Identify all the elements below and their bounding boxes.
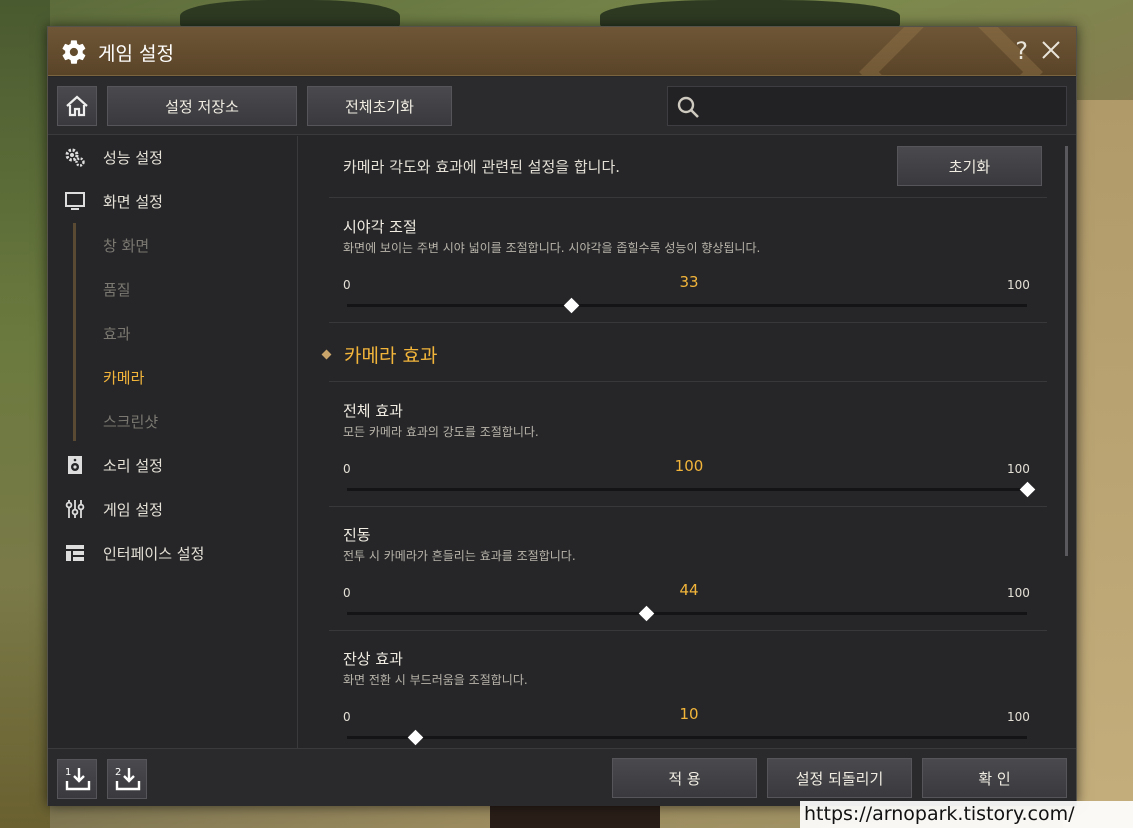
slot-number: 1: [65, 767, 71, 778]
sidebar-item-performance[interactable]: 성능 설정: [48, 139, 297, 175]
afterimage-description: 화면 전환 시 부드러움을 조절합니다.: [343, 673, 528, 687]
sidebar-item-label: 스크린샷: [103, 412, 159, 431]
sidebar-item-label: 효과: [103, 324, 131, 343]
home-button[interactable]: [57, 86, 97, 126]
content-scrollbar[interactable]: [1065, 146, 1068, 556]
sidebar-item-label: 품질: [103, 280, 131, 299]
afterimage-slider[interactable]: [347, 729, 1027, 746]
help-button[interactable]: ?: [1015, 37, 1028, 65]
search-box[interactable]: [667, 86, 1067, 126]
vibration-value: 44: [679, 581, 699, 599]
camera-effects-header: 카메라 효과: [321, 341, 438, 368]
sidebar: 성능 설정 화면 설정 창 화면 품질 효과 카메라 스크린샷 소리 설정 게임…: [48, 136, 298, 748]
sidebar-item-effects[interactable]: 효과: [48, 315, 297, 351]
settings-store-button[interactable]: 설정 저장소: [107, 86, 297, 126]
sidebar-item-display[interactable]: 화면 설정: [48, 183, 297, 219]
fov-value: 33: [679, 273, 699, 291]
close-icon[interactable]: [1040, 39, 1062, 61]
sidebar-item-label: 소리 설정: [103, 456, 163, 475]
afterimage-title: 잔상 효과: [343, 650, 403, 668]
search-icon: [677, 96, 699, 118]
sidebar-item-quality[interactable]: 품질: [48, 271, 297, 307]
sidebar-item-label: 카메라: [103, 368, 145, 387]
sidebar-item-sound[interactable]: 소리 설정: [48, 447, 297, 483]
confirm-button[interactable]: 확 인: [922, 758, 1067, 798]
home-icon: [66, 95, 88, 117]
all-effects-max: 100: [1007, 462, 1030, 476]
vibration-description: 전투 시 카메라가 흔들리는 효과를 조절합니다.: [343, 549, 576, 563]
layout-icon: [66, 545, 84, 561]
all-effects-description: 모든 카메라 효과의 강도를 조절합니다.: [343, 425, 539, 439]
divider: [329, 381, 1047, 382]
download-slot-icon: 2: [115, 767, 141, 791]
divider: [329, 197, 1047, 198]
sidebar-item-label: 화면 설정: [103, 192, 163, 211]
sidebar-item-label: 창 화면: [103, 236, 150, 255]
sidebar-item-camera[interactable]: 카메라: [48, 359, 297, 395]
gear-icon: [62, 40, 86, 64]
settings-window: 게임 설정 ? 설정 저장소 전체초기화 성능 설정 화면 설정 창 화면 품질…: [47, 26, 1077, 806]
save-slot-2-button[interactable]: 2: [107, 759, 147, 799]
sidebar-item-window-screen[interactable]: 창 화면: [48, 227, 297, 263]
fov-slider[interactable]: [347, 297, 1027, 314]
window-title: 게임 설정: [98, 43, 174, 65]
afterimage-min: 0: [343, 710, 351, 724]
sidebar-item-label: 인터페이스 설정: [103, 544, 205, 563]
toolbar: 설정 저장소 전체초기화: [48, 77, 1076, 135]
settings-content: 카메라 각도와 효과에 관련된 설정을 합니다. 초기화 시야각 조절 화면에 …: [299, 136, 1077, 748]
fov-description: 화면에 보이는 주변 시야 넓이를 조절합니다. 시야각을 좁힐수록 성능이 향…: [343, 241, 761, 255]
sidebar-item-interface[interactable]: 인터페이스 설정: [48, 535, 297, 571]
background-grass: [0, 0, 50, 828]
page-description: 카메라 각도와 효과에 관련된 설정을 합니다.: [343, 158, 621, 176]
fov-min: 0: [343, 278, 351, 292]
apply-button[interactable]: 적 용: [612, 758, 757, 798]
footer: 1 2 적 용 설정 되돌리기 확 인: [48, 748, 1076, 806]
all-effects-min: 0: [343, 462, 351, 476]
vibration-slider[interactable]: [347, 605, 1027, 622]
vibration-max: 100: [1007, 586, 1030, 600]
sliders-icon: [65, 500, 85, 518]
search-input[interactable]: [708, 87, 1058, 125]
afterimage-slider-thumb[interactable]: [407, 729, 424, 746]
monitor-icon: [65, 192, 85, 210]
sidebar-item-game[interactable]: 게임 설정: [48, 491, 297, 527]
fov-slider-thumb[interactable]: [564, 297, 580, 314]
diamond-bullet-icon: [321, 349, 332, 360]
divider: [329, 630, 1047, 631]
camera-effects-title: 카메라 효과: [344, 345, 438, 367]
vibration-min: 0: [343, 586, 351, 600]
revert-settings-button[interactable]: 설정 되돌리기: [767, 758, 912, 798]
all-effects-value: 100: [674, 457, 704, 475]
sidebar-item-screenshot[interactable]: 스크린샷: [48, 403, 297, 439]
initialize-button[interactable]: 초기화: [897, 146, 1042, 186]
gears-icon: [65, 148, 85, 167]
fov-title: 시야각 조절: [343, 218, 417, 236]
download-slot-icon: 1: [65, 767, 91, 791]
title-bar[interactable]: 게임 설정 ?: [48, 27, 1076, 76]
all-effects-slider-thumb[interactable]: [1019, 481, 1036, 498]
reset-all-button[interactable]: 전체초기화: [307, 86, 452, 126]
speaker-icon: [68, 456, 82, 474]
afterimage-max: 100: [1007, 710, 1030, 724]
divider: [329, 506, 1047, 507]
vibration-slider-thumb[interactable]: [638, 605, 655, 622]
fov-max: 100: [1007, 278, 1030, 292]
watermark: https://arnopark.tistory.com/: [800, 801, 1133, 828]
vibration-title: 진동: [343, 526, 371, 544]
divider: [329, 322, 1047, 323]
afterimage-value: 10: [679, 705, 699, 723]
sidebar-item-label: 게임 설정: [103, 500, 163, 519]
slot-number: 2: [115, 767, 121, 778]
all-effects-slider[interactable]: [347, 481, 1036, 498]
all-effects-title: 전체 효과: [343, 402, 403, 420]
save-slot-1-button[interactable]: 1: [57, 759, 97, 799]
sidebar-item-label: 성능 설정: [103, 148, 163, 167]
